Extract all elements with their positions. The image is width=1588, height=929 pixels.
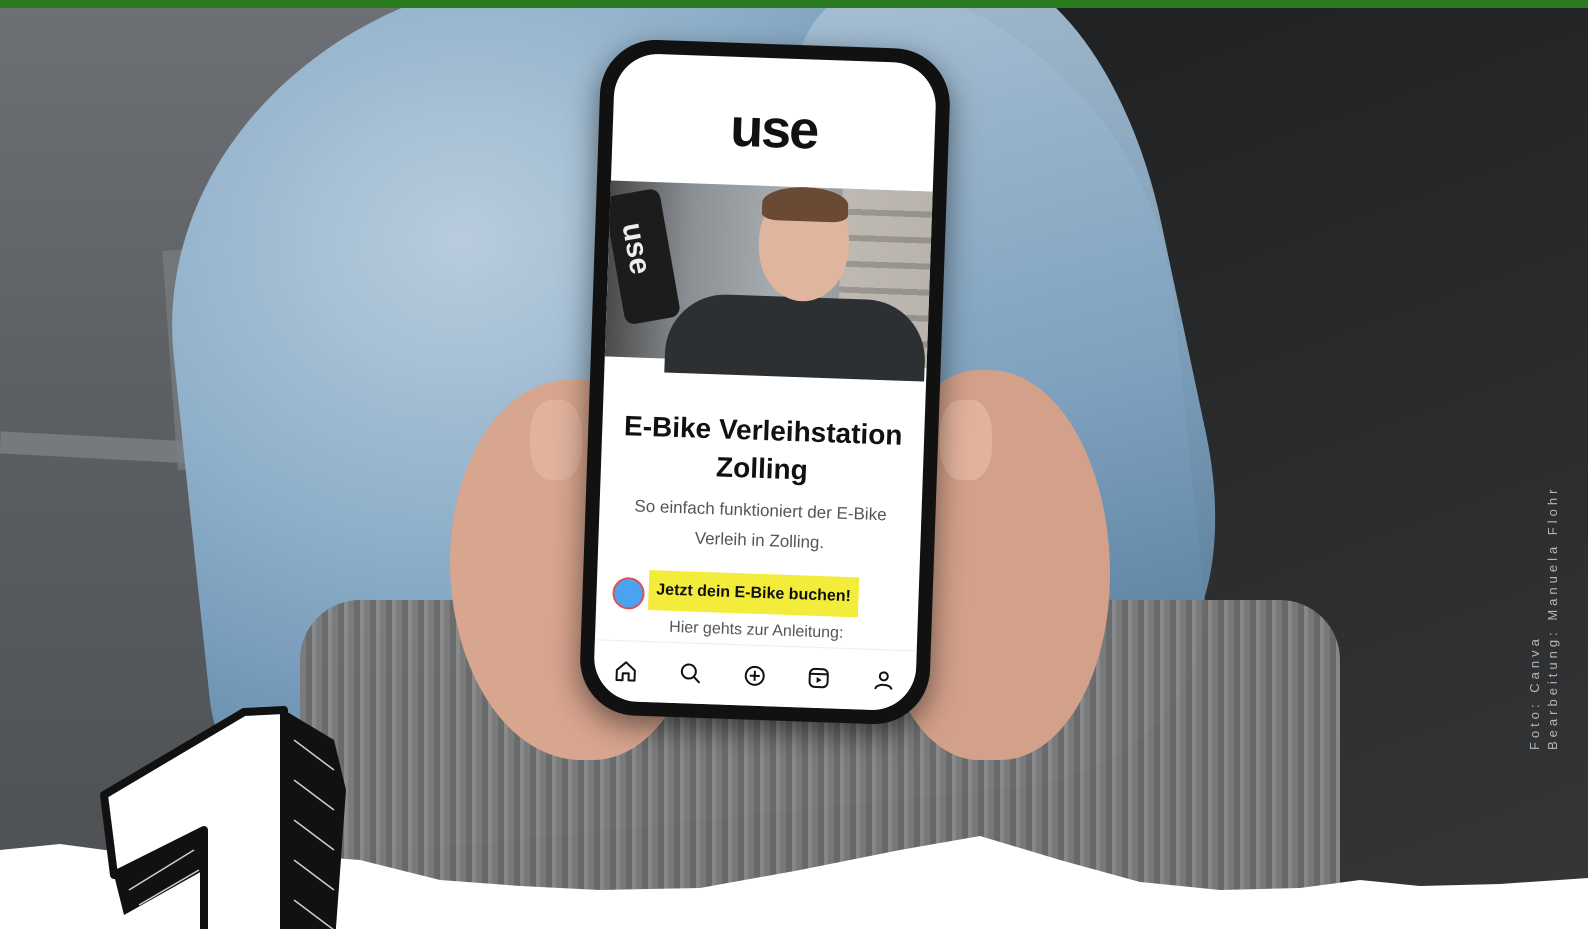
reels-icon[interactable] <box>805 664 834 693</box>
hero-held-phone: use <box>603 187 682 326</box>
app-logo: use <box>729 97 819 161</box>
bottom-navigation <box>592 639 917 712</box>
page-title: E-Bike Verleihstation Zolling <box>600 406 924 493</box>
phone-screen: use use E-Bike Verleihstation Zolling So… <box>592 52 938 712</box>
credit-line: Bearbeitung: Manuela Flohr <box>1545 485 1560 750</box>
number-one-graphic <box>100 706 346 929</box>
smartphone: use use E-Bike Verleihstation Zolling So… <box>578 38 952 726</box>
photo-credit: Foto: Canva Bearbeitung: Manuela Flohr <box>1526 486 1562 750</box>
search-icon[interactable] <box>676 659 705 688</box>
top-accent-bar <box>0 0 1588 8</box>
right-thumb <box>940 400 992 480</box>
book-ebike-button[interactable]: Jetzt dein E-Bike buchen! <box>647 570 860 618</box>
hero-person-body <box>664 292 927 382</box>
hero-photo: use <box>603 180 933 382</box>
photo-scene: use use E-Bike Verleihstation Zolling So… <box>0 0 1588 929</box>
add-icon[interactable] <box>740 661 769 690</box>
hero-phone-logo: use <box>615 220 658 277</box>
page-subtitle: So einfach funktioniert der E-Bike Verle… <box>618 491 902 561</box>
touch-indicator-dot <box>611 576 646 610</box>
credit-line: Foto: Canva <box>1527 635 1542 750</box>
hero-person-hair <box>761 185 849 223</box>
left-thumb <box>530 400 582 480</box>
profile-icon[interactable] <box>869 666 898 695</box>
home-icon[interactable] <box>612 657 641 686</box>
